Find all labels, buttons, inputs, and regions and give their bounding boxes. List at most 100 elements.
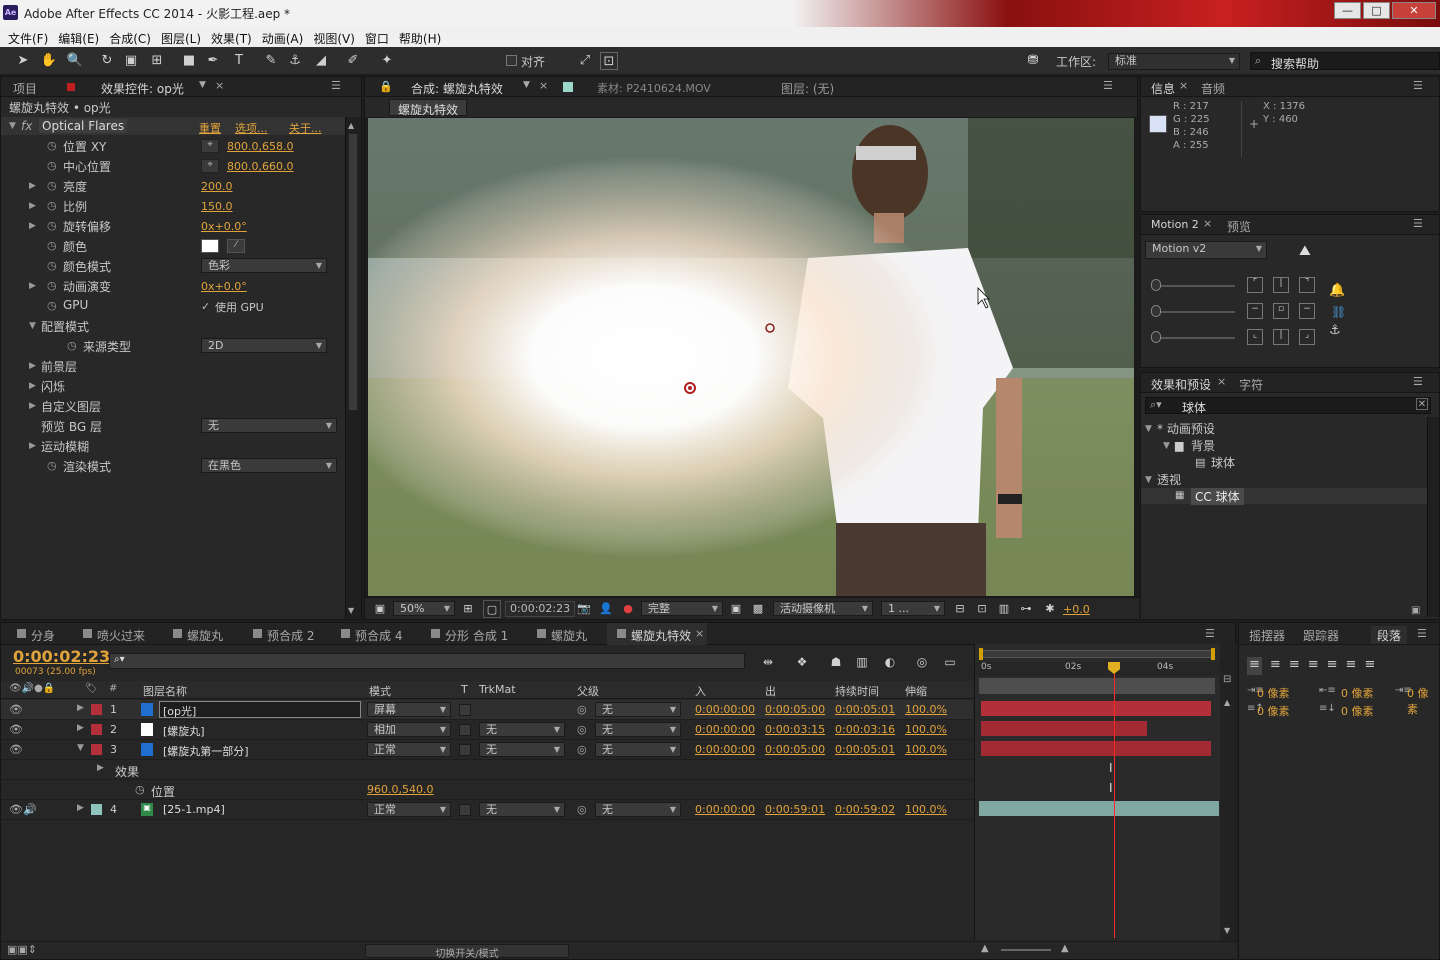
justify-center-icon[interactable]: ≡ <box>1327 657 1338 675</box>
anchor-icon[interactable]: ⚓ <box>1329 323 1341 338</box>
motion-slider-2[interactable] <box>1155 311 1235 313</box>
options-link[interactable]: 选项... <box>235 120 268 136</box>
close-tab-icon[interactable]: × <box>215 79 224 92</box>
fx-icon[interactable]: fx <box>21 119 32 133</box>
hide-shy-layers-icon[interactable]: ☗ <box>827 653 845 671</box>
zoom-out-icon[interactable]: ▲ <box>981 943 989 954</box>
text-tool-icon[interactable]: T <box>230 52 248 70</box>
tab-layer[interactable]: 图层: (无) <box>775 79 840 97</box>
expand-triangle-icon[interactable]: ▶ <box>29 181 36 191</box>
comp-breadcrumb[interactable]: 螺旋丸特效 <box>389 99 468 117</box>
layer-in[interactable]: 0:00:00:00 <box>695 743 755 756</box>
mode-select[interactable]: 正常 <box>367 802 451 817</box>
composition-viewer[interactable] <box>368 118 1134 596</box>
toggle-pixel-aspect-icon[interactable]: ⊟ <box>951 600 969 618</box>
preserve-transparency[interactable] <box>459 744 471 756</box>
gpu-checkbox[interactable]: ✓ <box>201 300 210 313</box>
label-color[interactable] <box>91 704 102 715</box>
menu-effect[interactable]: 效果(T) <box>207 27 256 47</box>
comp-mini-flowchart-icon[interactable]: ⇹ <box>759 653 777 671</box>
chevron-down-icon[interactable]: ▼ <box>199 80 206 90</box>
panel-menu-icon[interactable]: ☰ <box>1413 79 1423 92</box>
motion-slider-3[interactable] <box>1155 337 1235 339</box>
camera-tool-icon[interactable]: ▣ <box>122 52 140 70</box>
slider-handle[interactable] <box>1151 305 1161 317</box>
layer-out[interactable]: 0:00:05:00 <box>765 703 825 716</box>
puppet-pin-tool-icon[interactable]: ✦ <box>378 52 396 70</box>
panel-menu-icon[interactable]: ☰ <box>1413 375 1423 388</box>
trkmat-select[interactable]: 无 <box>479 722 565 737</box>
close-tab-icon[interactable]: × <box>695 627 704 640</box>
layer-name[interactable]: [op光] <box>163 703 196 719</box>
current-time-display[interactable]: 0:00:02:23 <box>505 601 576 617</box>
tab-footage[interactable]: 素材: P2410624.MOV <box>591 79 717 97</box>
always-preview-icon[interactable]: ▣ <box>371 600 389 618</box>
work-area-start-handle[interactable] <box>979 648 983 660</box>
clear-search-icon[interactable]: ✕ <box>1416 398 1428 410</box>
views-select[interactable]: 1 ... <box>881 601 945 616</box>
layer-in[interactable]: 0:00:00:00 <box>695 723 755 736</box>
timeline-scrollbar[interactable]: ⊟ ▲ ▼ <box>1220 644 1236 940</box>
menu-composition[interactable]: 合成(C) <box>105 27 155 47</box>
layer-bar-4[interactable] <box>979 801 1219 816</box>
stopwatch-icon[interactable]: ◷ <box>47 139 57 152</box>
expand-triangle-icon[interactable]: ▶ <box>77 803 84 813</box>
transparency-grid-icon[interactable]: ▩ <box>749 600 767 618</box>
stopwatch-icon[interactable]: ◷ <box>47 279 57 292</box>
stopwatch-icon[interactable]: ◷ <box>47 219 57 232</box>
visibility-icon[interactable]: 👁 <box>9 743 23 756</box>
close-button[interactable]: ✕ <box>1392 2 1436 19</box>
align-left-icon[interactable]: ≡ <box>1247 657 1262 675</box>
tab-rasengan-fx[interactable]: 螺旋丸特效 <box>625 626 697 644</box>
preserve-transparency[interactable] <box>459 704 471 716</box>
expand-icon[interactable]: ⊡ <box>600 52 618 70</box>
justify-left-icon[interactable]: ≡ <box>1308 657 1319 675</box>
anchor-top-icon[interactable]: | <box>1273 277 1289 293</box>
tab-info[interactable]: 信息 <box>1145 79 1181 97</box>
layer-out[interactable]: 0:00:05:00 <box>765 743 825 756</box>
mode-select[interactable]: 正常 <box>367 742 451 757</box>
layer-stretch[interactable]: 100.0% <box>905 703 947 716</box>
snapshot-icon[interactable]: 📷 <box>575 600 593 618</box>
close-tab-icon[interactable]: × <box>1203 217 1212 230</box>
pen-tool-icon[interactable]: ✒ <box>204 52 222 70</box>
effects-group-label[interactable]: 效果 <box>115 763 139 780</box>
comp-button-icon[interactable]: ⊟ <box>1223 674 1231 685</box>
layer-name[interactable]: [螺旋丸] <box>163 723 205 739</box>
panel-menu-icon[interactable]: ☰ <box>331 79 341 92</box>
label-color[interactable] <box>91 724 102 735</box>
clone-stamp-tool-icon[interactable]: ⚓ <box>286 52 304 70</box>
timeline-row[interactable]: 👁 ▶ 2 [螺旋丸] 相加 无 ◎ 无 0:00:00:00 0:00:03:… <box>1 720 973 740</box>
keyframe-icon[interactable]: I <box>1109 781 1113 795</box>
workspace-select[interactable]: 标准 <box>1108 53 1240 70</box>
timeline-row[interactable]: 👁 ▼ 3 [螺旋丸第一部分] 正常 无 ◎ 无 0:00:00:00 0:00… <box>1 740 973 760</box>
mask-visibility-icon[interactable]: ▢ <box>483 600 501 618</box>
eraser-tool-icon[interactable]: ◢ <box>312 52 330 70</box>
crosshair-icon[interactable]: ⌖ <box>201 159 219 173</box>
indent-right-value[interactable]: 0 像素 <box>1341 685 1374 701</box>
justify-all-icon[interactable]: ≡ <box>1364 657 1375 675</box>
color-mode-select[interactable]: 色彩 <box>201 258 327 273</box>
tree-sphere[interactable]: 球体 <box>1211 454 1235 471</box>
first-line-indent-value[interactable]: 0 像素 <box>1407 685 1439 717</box>
pickwhip-icon[interactable]: ◎ <box>577 723 587 736</box>
layer-duration[interactable]: 0:00:05:01 <box>835 703 895 716</box>
col-parent[interactable]: 父级 <box>577 683 599 699</box>
draft-3d-icon[interactable]: ❖ <box>793 653 811 671</box>
preserve-transparency[interactable] <box>459 724 471 736</box>
pickwhip-icon[interactable]: ◎ <box>577 803 587 816</box>
help-search-input[interactable]: ⌕ 搜索帮助 <box>1250 52 1440 71</box>
menu-file[interactable]: 文件(F) <box>4 27 52 47</box>
layer-stretch[interactable]: 100.0% <box>905 803 947 816</box>
visibility-audio-icon[interactable]: 👁🔊 <box>9 803 37 816</box>
panel-menu-icon[interactable]: ☰ <box>1417 627 1427 640</box>
expand-triangle-icon[interactable]: ▶ <box>29 401 36 411</box>
region-of-interest-icon[interactable]: ▣ <box>727 600 745 618</box>
stopwatch-icon[interactable]: ◷ <box>47 259 57 272</box>
preserve-transparency[interactable] <box>459 804 471 816</box>
motion-slider-1[interactable] <box>1155 285 1235 287</box>
layer-in[interactable]: 0:00:00:00 <box>695 703 755 716</box>
layer-stretch[interactable]: 100.0% <box>905 723 947 736</box>
layer-duration[interactable]: 0:00:59:02 <box>835 803 895 816</box>
space-before-value[interactable]: 0 像素 <box>1257 703 1290 719</box>
